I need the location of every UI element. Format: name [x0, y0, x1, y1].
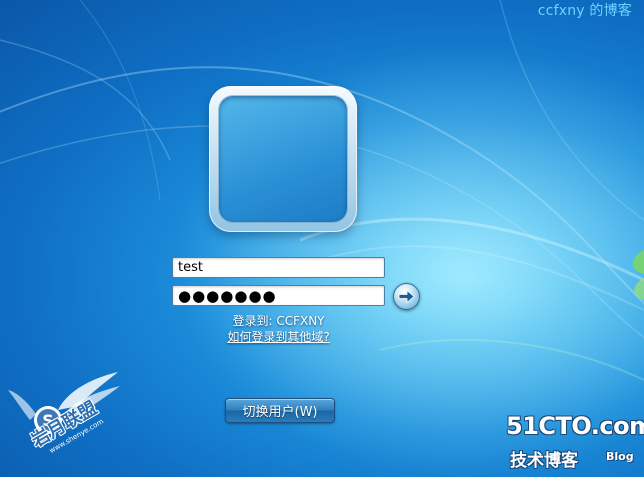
51cto-subtitle: 技术博客 [510, 451, 578, 471]
user-tile-picture [219, 96, 347, 222]
51cto-brand: 51CTO.com [506, 412, 644, 440]
arrow-right-icon [398, 290, 415, 303]
shenye-logo: S 岩月联盟 www.shenye.com [8, 370, 128, 474]
login-screen: ccfxny 的博客 登录到: CCFXNY 如何登录到其他域? 切换用户(W)… [0, 0, 644, 477]
51cto-logo: 51CTO.com 技术博客 Blog [506, 412, 644, 474]
submit-login-button[interactable] [393, 283, 420, 310]
logon-domain-label: 登录到: CCFXNY [232, 314, 325, 328]
leaf-icon [632, 250, 644, 300]
51cto-blog-label: Blog [606, 450, 634, 463]
other-domain-link[interactable]: 如何登录到其他域? [172, 328, 385, 345]
switch-user-button[interactable]: 切换用户(W) [225, 398, 335, 423]
password-input[interactable] [172, 285, 385, 306]
user-tile-icon [209, 86, 357, 232]
username-input[interactable] [172, 257, 385, 278]
blog-watermark: ccfxny 的博客 [537, 3, 632, 19]
